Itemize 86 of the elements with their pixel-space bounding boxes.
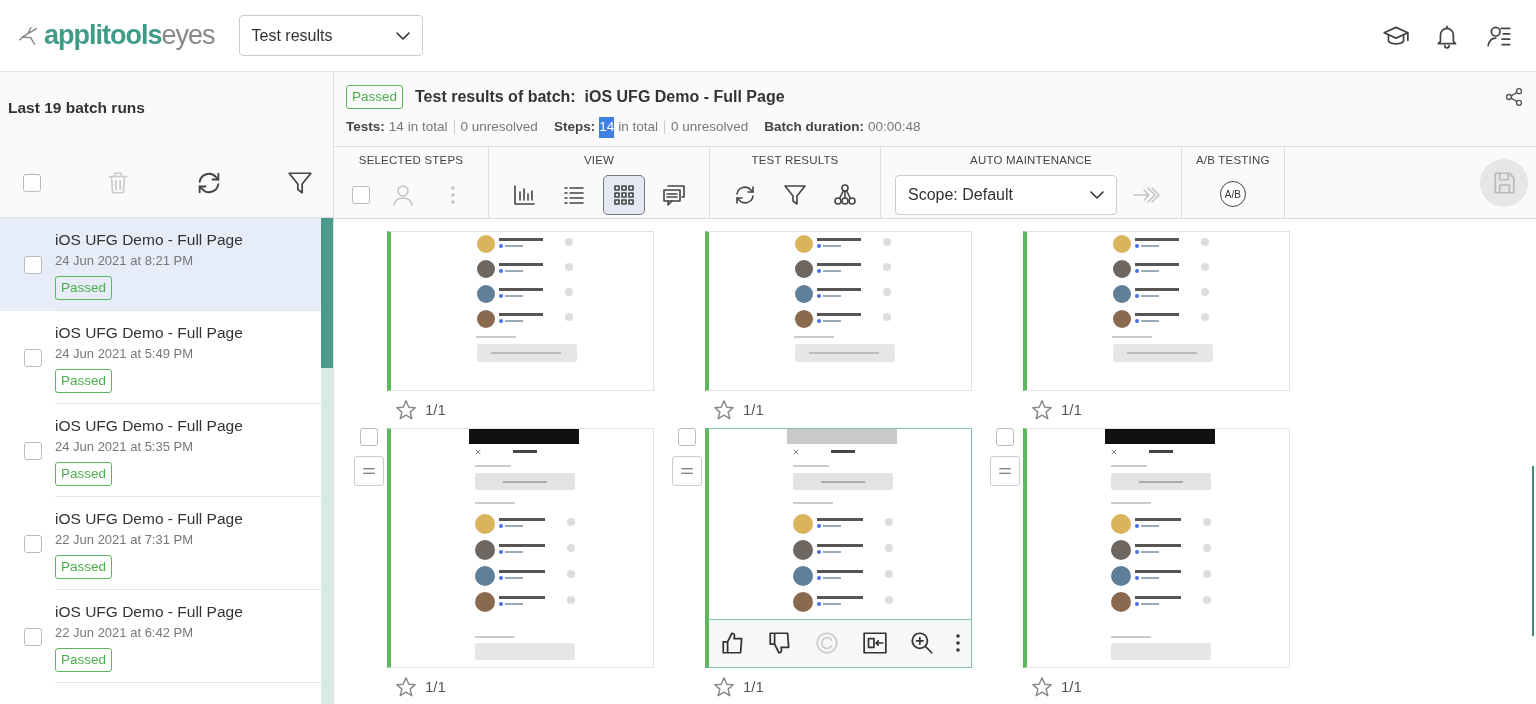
step-count: 1/1 (425, 676, 446, 697)
step-count: 1/1 (743, 676, 764, 697)
step-checkbox[interactable] (996, 427, 1014, 446)
step-count: 1/1 (1061, 400, 1082, 420)
batch-date: 22 Jun 2021 at 6:42 PM (55, 624, 195, 643)
more-button[interactable] (956, 633, 961, 653)
group-title: SELECTED STEPS (358, 153, 464, 168)
share-icon[interactable] (1504, 87, 1524, 108)
compare-button[interactable] (861, 630, 888, 656)
star-icon[interactable] (713, 399, 735, 422)
status-badge: Passed (346, 85, 404, 110)
comments-icon (662, 183, 686, 208)
view-select[interactable]: Test results (238, 15, 423, 56)
caret-icon (1090, 191, 1104, 200)
scrollbar-thumb[interactable] (1532, 466, 1534, 636)
batch-name: iOS UFG Demo - Full Page (55, 416, 244, 436)
stat-label: Batch duration: (764, 118, 865, 137)
grid-view-button[interactable] (603, 175, 645, 216)
star-icon[interactable] (395, 399, 417, 422)
step-count: 1/1 (425, 400, 446, 420)
filter-icon (783, 183, 807, 208)
status-badge: Passed (55, 368, 113, 393)
stat-count: 14 (599, 117, 615, 138)
batch-date: 24 Jun 2021 at 5:35 PM (55, 438, 195, 457)
batch-checkbox[interactable] (24, 441, 42, 460)
stat-text: in total (618, 118, 658, 137)
group-title: A/B TESTING (1196, 153, 1270, 168)
user-icon (391, 183, 415, 208)
star-icon[interactable] (395, 675, 417, 698)
duration-value: 00:00:48 (868, 118, 921, 137)
status-badge: Passed (55, 554, 113, 579)
status-badge: Passed (55, 275, 113, 300)
stat-unresolved: 0 unresolved (670, 118, 749, 137)
batch-name: iOS UFG Demo - Full Page (55, 602, 244, 622)
scope-select[interactable]: Scope: Default (895, 175, 1117, 216)
stat-text: in total (407, 118, 448, 137)
batch-date: 24 Jun 2021 at 8:21 PM (55, 252, 195, 271)
scrollbar-track[interactable] (321, 218, 333, 704)
batch-checkbox[interactable] (24, 348, 42, 367)
status-badge: Passed (55, 647, 113, 672)
select-checkbox[interactable] (352, 186, 370, 205)
group-title: VIEW (583, 153, 615, 168)
batch-item[interactable]: iOS UFG Demo - Full Page 24 Jun 2021 at 8:21 PM Passed (0, 218, 321, 311)
group-title: TEST RESULTS (751, 153, 839, 168)
sidebar-title: Last 19 batch runs (7, 98, 146, 118)
step-count: 1/1 (1061, 676, 1082, 697)
drag-handle[interactable] (672, 455, 702, 486)
batch-title: Test results of batch: iOS UFG Demo - Full Page (415, 87, 785, 108)
compare-icon (861, 630, 888, 656)
stat-count: 14 (388, 118, 404, 137)
more-icon (956, 633, 961, 653)
ab-testing-button[interactable]: A/B (1219, 181, 1246, 208)
save-icon (1491, 169, 1517, 196)
grid-icon (612, 183, 636, 208)
select-all-checkbox[interactable] (23, 174, 41, 192)
batch-checkbox[interactable] (24, 255, 42, 274)
batch-checkbox[interactable] (24, 627, 42, 646)
bar-chart-icon (512, 183, 536, 208)
batch-date: 22 Jun 2021 at 7:31 PM (55, 531, 195, 550)
step-count: 1/1 (743, 400, 764, 420)
logo-mark-icon (18, 24, 40, 47)
zoom-button[interactable] (908, 630, 935, 656)
caret-icon (395, 31, 410, 40)
filter-icon[interactable] (287, 170, 313, 196)
drag-handle[interactable] (990, 455, 1020, 486)
more-icon (451, 186, 455, 205)
star-icon[interactable] (1031, 399, 1053, 422)
batch-date: 24 Jun 2021 at 5:49 PM (55, 345, 195, 364)
batch-name: iOS UFG Demo - Full Page (55, 230, 244, 250)
status-badge: Passed (55, 461, 113, 486)
zoom-in-icon (908, 630, 935, 656)
drag-handle[interactable] (354, 455, 384, 486)
group-title: AUTO MAINTENANCE (970, 153, 1092, 168)
stat-label: Tests: (346, 118, 385, 137)
nodes-icon (833, 183, 857, 208)
stat-unresolved: 0 unresolved (460, 118, 538, 137)
batch-checkbox[interactable] (24, 534, 42, 553)
star-icon[interactable] (713, 675, 735, 698)
scrollbar-thumb[interactable] (321, 218, 333, 368)
step-checkbox[interactable] (678, 427, 696, 446)
step-checkbox[interactable] (360, 427, 378, 446)
stat-label: Steps: (553, 118, 596, 137)
batch-name: iOS UFG Demo - Full Page (55, 323, 244, 343)
batch-name: iOS UFG Demo - Full Page (55, 509, 244, 529)
star-icon[interactable] (1031, 675, 1053, 698)
applitools-logo: applitoolseyes (18, 15, 215, 56)
